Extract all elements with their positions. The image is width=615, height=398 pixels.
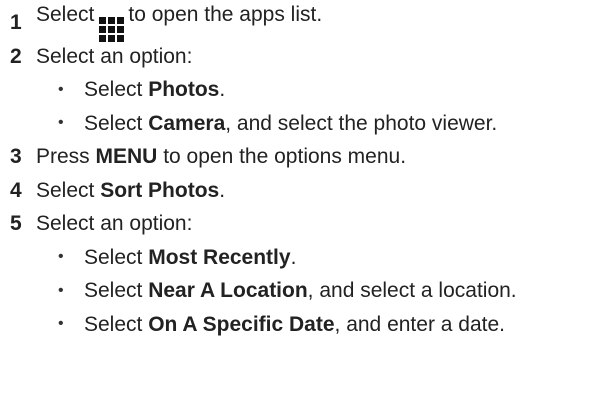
option-text-post: , and select a location. — [307, 279, 517, 303]
step-number: 5 — [10, 212, 22, 236]
option-bold: Near A Location — [148, 279, 308, 303]
option-text-post: . — [290, 245, 297, 269]
option-text: Select Most Recently. — [84, 247, 296, 268]
step-4: 4 Select Sort Photos. — [10, 174, 615, 208]
step-bold: MENU — [95, 145, 158, 169]
step-1: 1 Select to open the apps list. — [10, 4, 615, 42]
option-bold: Photos — [148, 78, 220, 102]
bullet: • — [58, 114, 64, 132]
bullet: • — [58, 80, 64, 98]
step-text: Select Sort Photos. — [36, 180, 225, 201]
option-text-post: . — [219, 78, 226, 102]
step-text: Select an option: — [36, 212, 193, 236]
step-5-option-2: • Select Near A Location, and select a l… — [10, 274, 615, 308]
step-number: 1 — [10, 11, 22, 35]
step-text-pre: Select — [36, 178, 101, 202]
step-text-pre: Press — [36, 145, 96, 169]
step-3: 3 Press MENU to open the options menu. — [10, 140, 615, 174]
step-2-option-1: • Select Photos. — [10, 73, 615, 107]
bullet: • — [58, 281, 64, 299]
option-text-pre: Select — [84, 279, 149, 303]
step-bold: Sort Photos — [100, 178, 220, 202]
option-bold: Most Recently — [148, 245, 291, 269]
step-text: Select to open the apps list. — [36, 4, 322, 42]
option-text-pre: Select — [84, 111, 149, 135]
step-text: Press MENU to open the options menu. — [36, 146, 406, 167]
option-text-pre: Select — [84, 78, 149, 102]
instructions-document: 1 Select to open the apps list. 2 Select … — [0, 0, 615, 398]
step-number: 3 — [10, 145, 22, 169]
apps-grid-icon — [99, 16, 125, 42]
step-text-post: to open the options menu. — [157, 145, 407, 169]
option-bold: On A Specific Date — [148, 312, 335, 336]
option-text: Select Camera, and select the photo view… — [84, 113, 497, 134]
bullet: • — [58, 248, 64, 266]
step-text: Select an option: — [36, 44, 193, 68]
step-text-post: to open the apps list. — [128, 2, 323, 26]
option-text: Select Near A Location, and select a loc… — [84, 280, 517, 301]
step-5-option-1: • Select Most Recently. — [10, 241, 615, 275]
option-bold: Camera — [148, 111, 226, 135]
option-text: Select On A Specific Date, and enter a d… — [84, 314, 505, 335]
step-number: 4 — [10, 178, 22, 202]
step-number: 2 — [10, 44, 22, 68]
option-text-pre: Select — [84, 245, 149, 269]
step-text-pre: Select — [36, 2, 95, 26]
step-2: 2 Select an option: — [10, 40, 615, 74]
step-text-post: . — [219, 178, 226, 202]
step-5: 5 Select an option: — [10, 207, 615, 241]
option-text: Select Photos. — [84, 79, 225, 100]
option-text-post: , and enter a date. — [334, 312, 505, 336]
step-5-option-3: • Select On A Specific Date, and enter a… — [10, 308, 615, 342]
bullet: • — [58, 315, 64, 333]
option-text-pre: Select — [84, 312, 149, 336]
option-text-post: , and select the photo viewer. — [225, 111, 498, 135]
step-2-option-2: • Select Camera, and select the photo vi… — [10, 107, 615, 141]
